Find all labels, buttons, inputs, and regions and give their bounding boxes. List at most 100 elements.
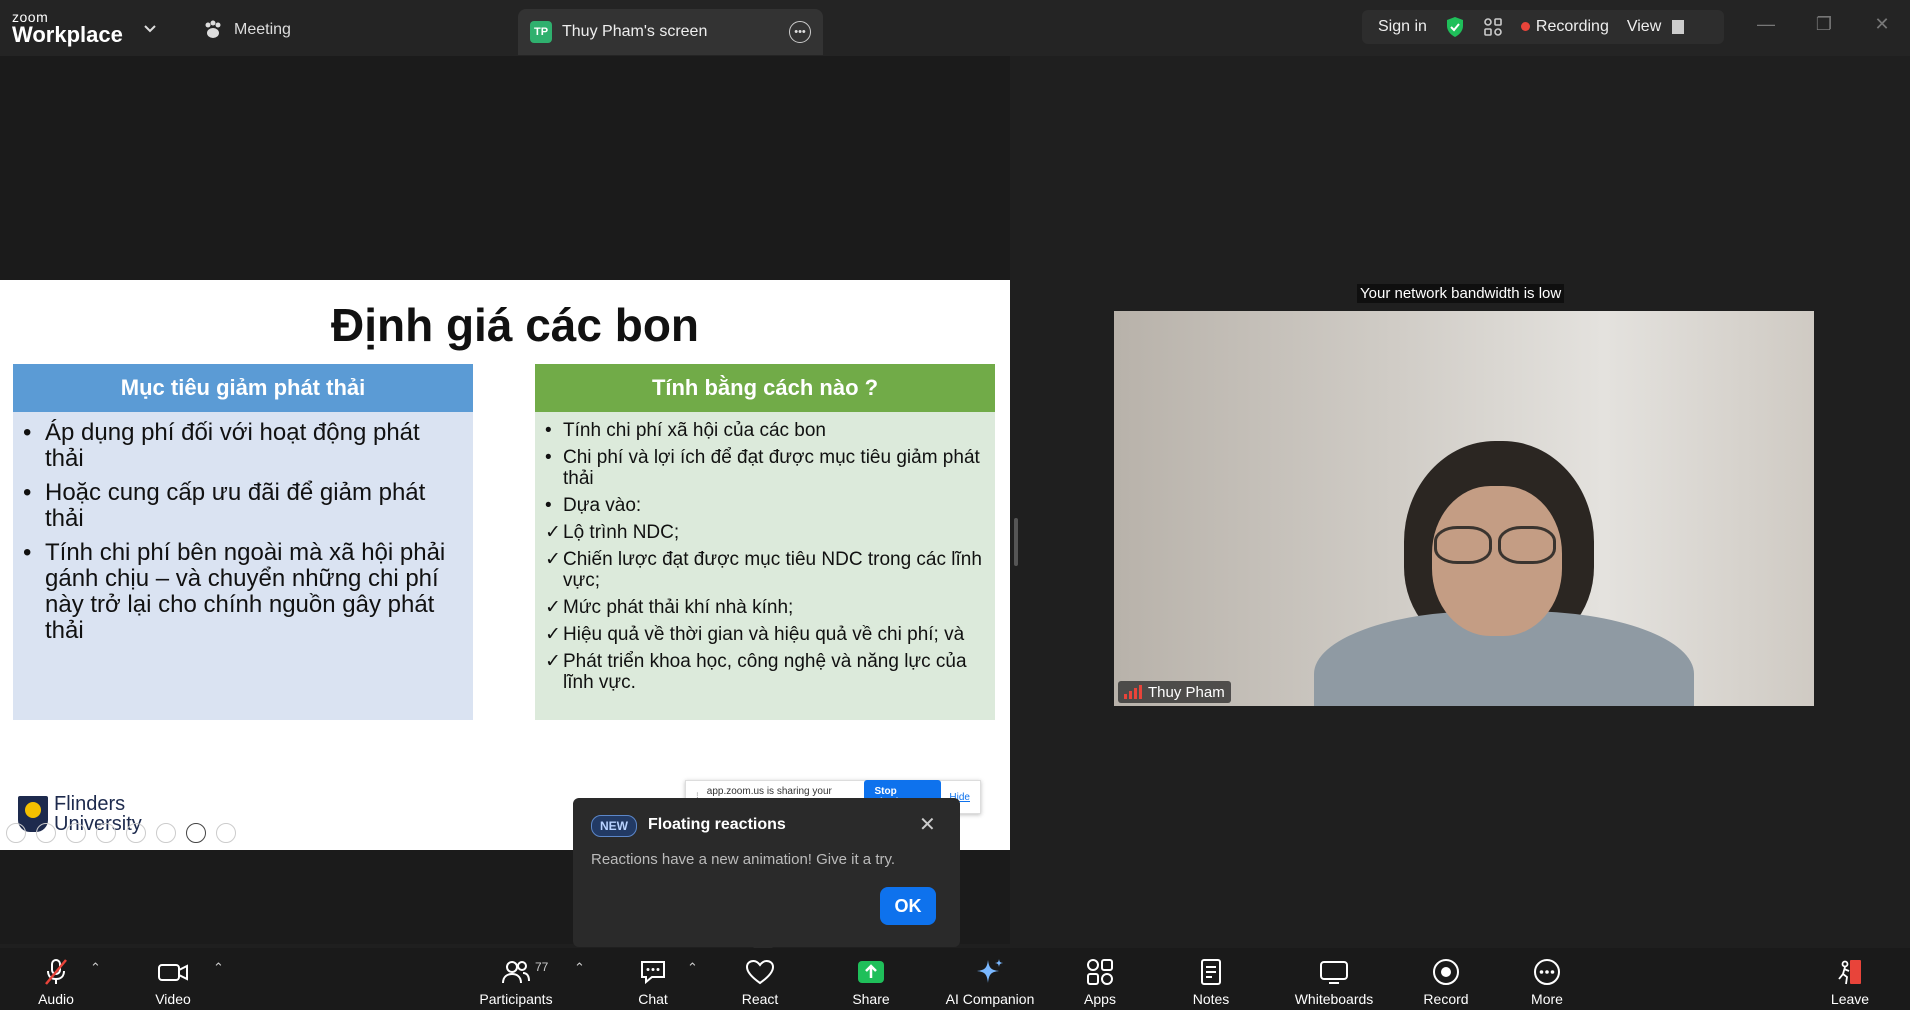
ai-companion-label: AI Companion <box>945 991 1035 1007</box>
list-item: • Áp dụng phí đối với hoạt động phát thải <box>23 420 463 472</box>
zoom-workplace-logo: zoom Workplace <box>12 10 123 46</box>
microphone-muted-icon <box>45 959 67 985</box>
slide-title: Định giá các bon <box>330 299 700 351</box>
signal-strength-icon <box>1124 685 1142 699</box>
list-item: ✓ Mức phát thải khí nhà kính; <box>545 597 985 618</box>
video-options-caret-icon[interactable]: ⌃ <box>213 960 224 976</box>
maximize-icon[interactable]: ❐ <box>1814 14 1834 34</box>
list-item-text: Dựa vào: <box>563 495 642 516</box>
zoom-tool-icon[interactable] <box>96 823 116 843</box>
ok-button[interactable]: OK <box>880 887 936 925</box>
list-item: ✓ Hiệu quả về thời gian và hiệu quả về ch… <box>545 624 985 645</box>
react-button[interactable]: React <box>734 948 786 1010</box>
grid-view-icon[interactable] <box>126 823 146 843</box>
camera-icon[interactable] <box>186 823 206 843</box>
popup-body: Reactions have a new animation! Give it … <box>591 851 896 868</box>
apps-grid-icon[interactable] <box>1483 17 1503 37</box>
list-item-text: Mức phát thải khí nhà kính; <box>563 597 794 618</box>
video-button[interactable]: Video <box>149 948 197 1010</box>
subtitle-icon[interactable] <box>156 823 176 843</box>
right-panel: Tính bằng cách nào ? • Tính chi phí xã hộ… <box>535 364 995 720</box>
paw-icon <box>205 20 221 38</box>
whiteboard-icon <box>1320 961 1348 984</box>
chat-bubble-icon <box>641 961 665 985</box>
meeting-tab[interactable]: Meeting <box>202 16 291 44</box>
list-item: • Tính chi phí xã hội của các bon <box>545 420 985 441</box>
close-window-icon[interactable]: ✕ <box>1872 14 1892 34</box>
right-panel-heading: Tính bằng cách nào ? <box>535 364 995 412</box>
more-button[interactable]: More <box>1523 948 1571 1010</box>
presentation-slide: Định giá các bon Mục tiêu giảm phát thải… <box>0 280 1010 850</box>
list-item: ✓ Chiến lược đạt được mục tiêu NDC trong … <box>545 549 985 591</box>
leave-button[interactable]: Leave <box>1826 948 1874 1010</box>
ai-sparkle-icon <box>977 959 1003 983</box>
video-label: Video <box>155 991 191 1007</box>
participants-icon <box>502 961 530 984</box>
list-marker: ✓ <box>545 624 561 645</box>
title-bar: zoom Workplace Meeting TP Thuy Pham's sc… <box>0 0 1910 56</box>
list-item: • Chi phí và lợi ích để đạt được mục tiêu… <box>545 447 985 489</box>
chat-options-caret-icon[interactable]: ⌃ <box>687 960 698 976</box>
react-label: React <box>741 991 779 1007</box>
bandwidth-warning: Your network bandwidth is low <box>1357 284 1565 303</box>
list-item-text: Lộ trình NDC; <box>563 522 680 543</box>
screen-share-tab-title: Thuy Pham's screen <box>562 23 708 40</box>
list-item-text: Hiệu quả về thời gian và hiệu quả về chi… <box>563 624 965 645</box>
more-icon[interactable] <box>216 823 236 843</box>
more-options-icon[interactable]: ••• <box>789 21 811 43</box>
record-label: Record <box>1423 991 1469 1007</box>
screen-share-tab[interactable]: TP Thuy Pham's screen ••• <box>518 9 823 55</box>
ai-companion-button[interactable]: AI Companion <box>940 948 1040 1010</box>
right-panel-list: • Tính chi phí xã hội của các bon • Chi ph… <box>535 412 995 693</box>
recording-label: Recording <box>1535 18 1609 35</box>
logo-line-2: Workplace <box>12 22 123 47</box>
panel-resize-handle[interactable] <box>1014 518 1018 566</box>
view-layout-icon <box>1671 19 1684 34</box>
shield-check-icon[interactable] <box>1445 16 1465 38</box>
audio-options-caret-icon[interactable]: ⌃ <box>90 960 101 976</box>
participants-button[interactable]: Participants <box>473 948 559 1010</box>
record-icon <box>1433 959 1459 985</box>
logo-line-1: Flinders <box>54 793 126 815</box>
list-marker: ✓ <box>545 651 561 672</box>
record-button[interactable]: Record <box>1419 948 1473 1010</box>
close-icon[interactable]: ✕ <box>919 812 936 837</box>
audio-button[interactable]: Audio <box>32 948 80 1010</box>
left-panel-list: • Áp dụng phí đối với hoạt động phát thải… <box>13 412 473 644</box>
sign-in-button[interactable]: Sign in <box>1378 18 1427 36</box>
whiteboards-button[interactable]: Whiteboards <box>1288 948 1380 1010</box>
chevron-down-icon[interactable] <box>140 18 160 38</box>
pen-tool-icon[interactable] <box>66 823 86 843</box>
participants-options-caret-icon[interactable]: ⌃ <box>574 960 585 976</box>
notes-label: Notes <box>1192 991 1230 1007</box>
list-item-text: Phát triển khoa học, công nghệ và năng l… <box>563 651 967 693</box>
share-button[interactable]: Share <box>846 948 896 1010</box>
list-marker: ✓ <box>545 522 561 543</box>
next-slide-icon[interactable] <box>36 823 56 843</box>
leave-door-icon <box>1838 960 1861 985</box>
notes-button[interactable]: Notes <box>1186 948 1236 1010</box>
slide-tool-strip <box>6 823 236 843</box>
bullet-marker: • <box>23 419 32 446</box>
apps-button[interactable]: Apps <box>1076 948 1124 1010</box>
list-item-text: Hoặc cung cấp ưu đãi để giảm phát thải <box>45 479 426 532</box>
list-item-text: Tính chi phí bên ngoài mà xã hội phải gá… <box>45 539 446 644</box>
more-dots-icon <box>1534 959 1560 985</box>
chat-button[interactable]: Chat <box>628 948 678 1010</box>
list-item-text: Chiến lược đạt được mục tiêu NDC trong c… <box>563 549 982 591</box>
recording-indicator[interactable]: Recording <box>1520 18 1609 36</box>
whiteboards-label: Whiteboards <box>1294 991 1374 1007</box>
list-item: • Dựa vào: <box>545 495 985 516</box>
list-item-text: Tính chi phí xã hội của các bon <box>563 420 826 441</box>
prev-slide-icon[interactable] <box>6 823 26 843</box>
minimize-icon[interactable]: — <box>1756 14 1776 34</box>
left-panel-heading: Mục tiêu giảm phát thải <box>13 364 473 412</box>
list-marker: • <box>545 495 552 516</box>
participant-avatar: TP <box>530 21 552 43</box>
floating-reactions-popup: NEW Floating reactions ✕ Reactions have … <box>573 798 960 957</box>
participant-video[interactable]: Thuy Pham <box>1114 311 1814 706</box>
audio-label: Audio <box>38 991 74 1007</box>
view-button[interactable]: View <box>1627 18 1684 36</box>
left-panel: Mục tiêu giảm phát thải • Áp dụng phí đối… <box>13 364 473 720</box>
participant-name: Thuy Pham <box>1148 683 1225 701</box>
